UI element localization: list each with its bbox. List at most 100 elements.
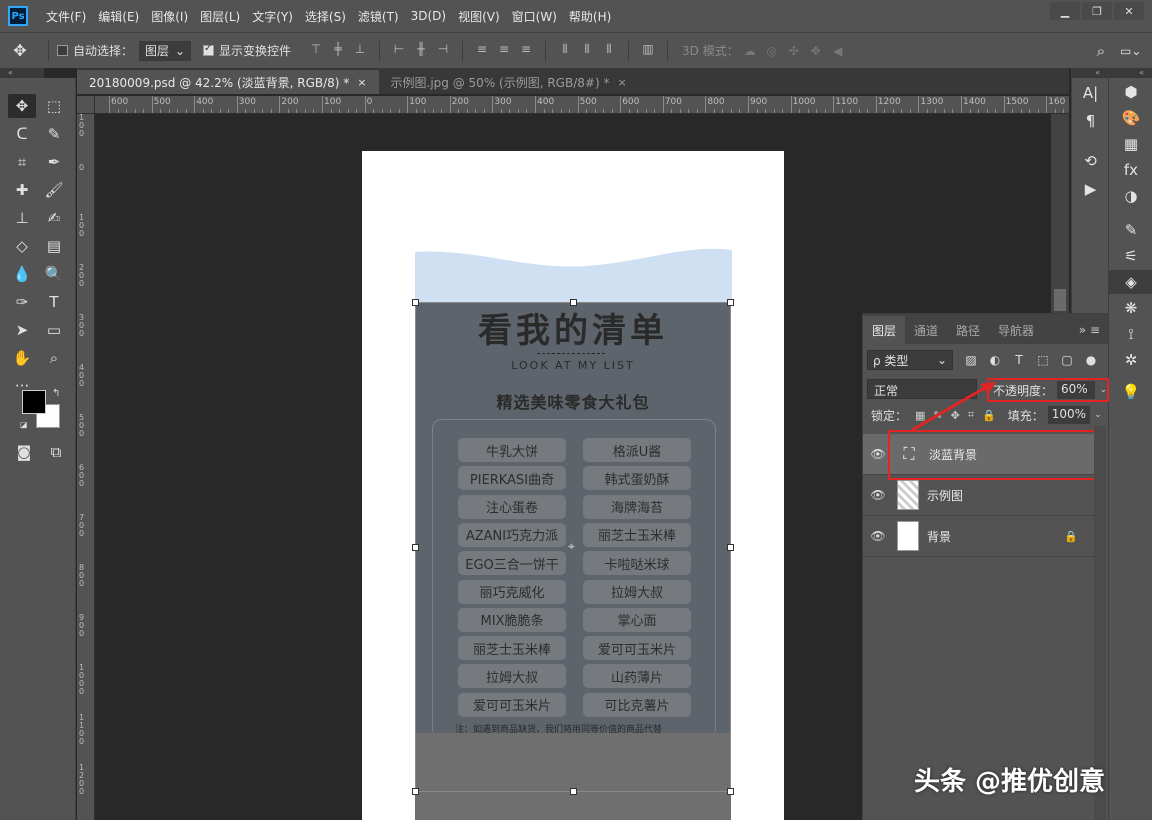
menu-window[interactable]: 窗口(W) (512, 8, 557, 25)
menu-filter[interactable]: 滤镜(T) (358, 8, 399, 25)
clone-stamp-tool-icon[interactable]: ⊥ (8, 206, 36, 230)
auto-select-checkbox[interactable]: 自动选择： (57, 42, 133, 59)
menu-image[interactable]: 图像(I) (151, 8, 188, 25)
pixel-filter-icon[interactable]: ▨ (959, 353, 983, 367)
align-vcenter-icon[interactable]: ╪ (329, 41, 347, 57)
show-transform-check-icon[interactable] (203, 43, 215, 56)
shape-filter-icon[interactable]: ⬚ (1031, 353, 1055, 367)
lasso-tool-icon[interactable]: ᑕ (8, 122, 36, 146)
collapse-icon[interactable]: « (1109, 68, 1152, 78)
navigator-icon[interactable]: ✲ (1109, 348, 1152, 372)
marquee-tool-icon[interactable]: ⬚ (40, 94, 68, 118)
layer-row-light-blue-bg[interactable]: 👁 ⛶ 淡蓝背景 (863, 434, 1094, 475)
document-canvas[interactable]: 看我的清单 LOOK AT MY LIST 精选美味零食大礼包 牛乳大饼 格派U酱… (362, 151, 784, 820)
distribute-right-icon[interactable]: ⦀ (600, 41, 618, 57)
eye-icon[interactable]: 👁 (863, 529, 893, 543)
rectangle-tool-icon[interactable]: ▭ (40, 318, 68, 342)
workspace-icon[interactable]: ▭⌄ (1120, 43, 1141, 59)
tab-layers[interactable]: 图层 (863, 316, 906, 344)
learn-icon[interactable]: 💡 (1109, 380, 1152, 404)
character-icon[interactable]: A| (1072, 80, 1109, 106)
align-right-icon[interactable]: ⊣ (434, 41, 452, 57)
eyedropper-tool-icon[interactable]: ✒ (40, 150, 68, 174)
quick-mask-icon[interactable]: ◙ (10, 440, 38, 464)
quick-select-tool-icon[interactable]: ✎ (40, 122, 68, 146)
more-tabs-icon[interactable]: » (1079, 323, 1086, 337)
auto-select-dropdown[interactable]: 图层 ⌄ (139, 40, 192, 61)
tab-20180009-psd[interactable]: 20180009.psd @ 42.2% (淡蓝背景, RGB/8) * × (77, 70, 379, 94)
screen-mode-icon[interactable]: ⧉ (42, 440, 70, 464)
crop-tool-icon[interactable]: ⌗ (8, 150, 36, 174)
layer-name[interactable]: 背景 (927, 528, 951, 545)
menu-help[interactable]: 帮助(H) (569, 8, 611, 25)
eraser-tool-icon[interactable]: ◇ (8, 234, 36, 258)
move-tool-icon[interactable]: ✥ (8, 94, 36, 118)
filter-toggle-icon[interactable]: ● (1079, 353, 1103, 367)
adjustment-filter-icon[interactable]: ◐ (983, 353, 1007, 367)
auto-align-icon[interactable]: ▥ (639, 41, 657, 57)
history-brush-tool-icon[interactable]: ✍ (40, 206, 68, 230)
layer-name[interactable]: 淡蓝背景 (929, 446, 977, 463)
dodge-tool-icon[interactable]: 🔍 (40, 262, 68, 286)
styles-fx-icon[interactable]: fx (1109, 158, 1152, 182)
menu-edit[interactable]: 编辑(E) (98, 8, 139, 25)
eye-icon[interactable]: 👁 (863, 447, 893, 461)
type-tool-icon[interactable]: T (40, 290, 68, 314)
distribute-top-icon[interactable]: ≡ (473, 41, 491, 57)
collapse-icon[interactable]: « (1072, 68, 1108, 78)
swap-colors-icon[interactable]: ↰ (52, 388, 60, 399)
show-transform-checkbox[interactable]: 显示变换控件 (203, 42, 291, 59)
layer-name[interactable]: 示例图 (927, 487, 963, 504)
distribute-left-icon[interactable]: ⦀ (556, 41, 574, 57)
tab-paths[interactable]: 路径 (947, 316, 989, 344)
paragraph-icon[interactable]: ¶ (1072, 108, 1109, 134)
eye-icon[interactable]: 👁 (863, 488, 893, 502)
minimize-icon[interactable]: ▁ (1050, 2, 1080, 20)
align-left-icon[interactable]: ⊢ (390, 41, 408, 57)
type-filter-icon[interactable]: T (1007, 353, 1031, 367)
menu-select[interactable]: 选择(S) (305, 8, 346, 25)
brush-tool-icon[interactable]: 🖌 (40, 178, 68, 202)
tab-channels[interactable]: 通道 (905, 316, 947, 344)
tab-navigator[interactable]: 导航器 (989, 316, 1043, 344)
search-icon[interactable]: ⌕ (1092, 43, 1110, 59)
toolbar-collapse-icon[interactable]: « (0, 68, 44, 78)
ruler-origin[interactable] (77, 96, 95, 114)
menu-view[interactable]: 视图(V) (458, 8, 500, 25)
zoom-tool-icon[interactable]: ⌕ (40, 346, 68, 370)
chevron-down-icon[interactable]: ⌄ (1099, 385, 1107, 395)
history-icon[interactable]: ⟲ (1072, 148, 1109, 174)
auto-select-check-icon[interactable] (57, 45, 68, 56)
gradient-tool-icon[interactable]: ▤ (40, 234, 68, 258)
layer-row-example-image[interactable]: 👁 示例图 (863, 475, 1094, 516)
align-top-icon[interactable]: ⊤ (307, 41, 325, 57)
move-tool-preset-icon[interactable]: ✥ (0, 41, 40, 60)
distribute-bottom-icon[interactable]: ≡ (517, 41, 535, 57)
close-icon[interactable]: × (617, 76, 626, 89)
close-icon[interactable]: ✕ (1114, 2, 1144, 20)
menu-3d[interactable]: 3D(D) (411, 9, 446, 23)
tab-example-jpg[interactable]: 示例图.jpg @ 50% (示例图, RGB/8#) * × (379, 70, 639, 94)
adjustments-icon[interactable]: ◑ (1109, 184, 1152, 208)
align-hcenter-icon[interactable]: ╫ (412, 41, 430, 57)
distribute-vcenter-icon[interactable]: ≡ (495, 41, 513, 57)
pen-tool-icon[interactable]: ✑ (8, 290, 36, 314)
actions-play-icon[interactable]: ▶ (1072, 176, 1109, 202)
layer-row-background[interactable]: 👁 背景 🔒 (863, 516, 1094, 557)
libraries-icon[interactable]: ⬢ (1109, 80, 1152, 104)
layers-icon[interactable]: ◈ (1109, 270, 1152, 294)
menu-file[interactable]: 文件(F) (46, 8, 86, 25)
scrollbar-thumb[interactable] (1054, 289, 1066, 311)
default-colors-icon[interactable]: ◪ (20, 420, 28, 429)
kind-filter-dropdown[interactable]: ρ 类型 ⌄ (867, 350, 953, 370)
panel-menu-icon[interactable]: » ≡ (1071, 316, 1108, 344)
smart-object-filter-icon[interactable]: ▢ (1055, 353, 1079, 367)
distribute-hcenter-icon[interactable]: ⦀ (578, 41, 596, 57)
close-icon[interactable]: × (357, 76, 366, 89)
color-palette-icon[interactable]: 🎨 (1109, 106, 1152, 130)
menu-type[interactable]: 文字(Y) (252, 8, 293, 25)
channels-icon[interactable]: ❋ (1109, 296, 1152, 320)
path-select-tool-icon[interactable]: ➤ (8, 318, 36, 342)
swatches-icon[interactable]: ▦ (1109, 132, 1152, 156)
horizontal-ruler[interactable]: 600 500 400 300 200 100 0 100 200 300 400 500 600 700… (95, 96, 1069, 114)
